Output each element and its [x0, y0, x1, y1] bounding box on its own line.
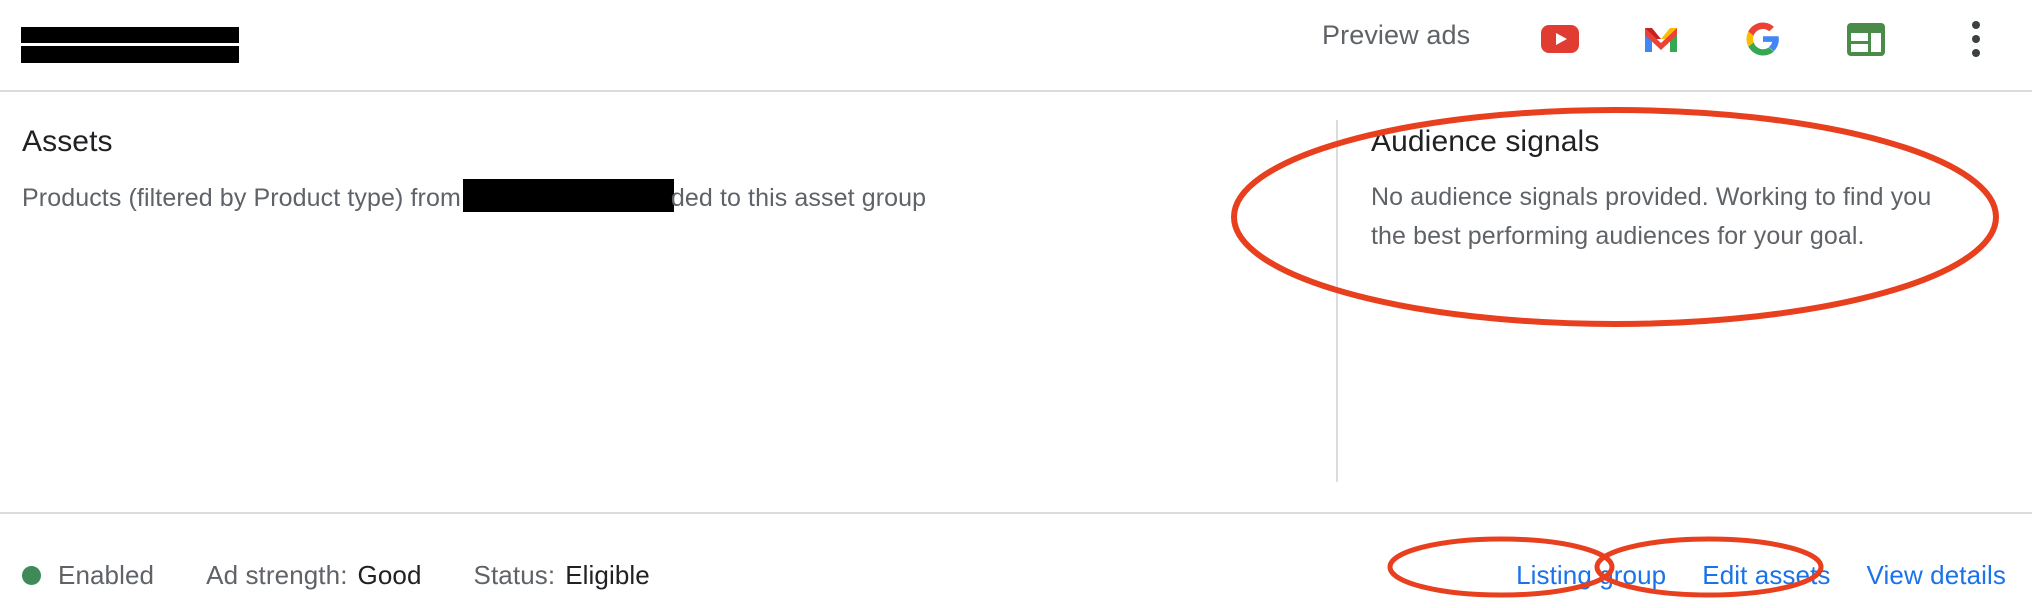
- preview-ads-label[interactable]: Preview ads: [1322, 20, 1470, 51]
- audience-signals-section: Audience signals No audience signals pro…: [1371, 124, 1941, 256]
- ad-strength-label: Ad strength:: [206, 560, 348, 590]
- assets-section: Assets Products (filtered by Product typ…: [22, 124, 926, 214]
- edit-assets-link[interactable]: Edit assets: [1702, 560, 1830, 591]
- gmail-icon[interactable]: [1640, 18, 1682, 60]
- redaction-strike-line: [21, 43, 239, 46]
- three-dot-glyph: [1972, 18, 1980, 60]
- top-header-bar: Preview ads: [0, 0, 2032, 92]
- assets-description-suffix: ded to this asset group: [670, 184, 927, 212]
- assets-description-prefix: Products (filtered by Product type) from: [22, 184, 461, 212]
- more-options-icon[interactable]: [1955, 18, 1997, 60]
- status-bar: Enabled Ad strength: Good Status: Eligible…: [0, 514, 2032, 608]
- status-bar-actions: Listing group Edit assets View details: [1516, 560, 2006, 591]
- google-search-icon[interactable]: [1742, 18, 1784, 60]
- view-details-link[interactable]: View details: [1867, 560, 2006, 591]
- merchant-name-redaction: [462, 179, 674, 212]
- assets-description: Products (filtered by Product type) from…: [22, 179, 926, 214]
- youtube-icon[interactable]: [1539, 18, 1581, 60]
- status-value: Eligible: [565, 560, 650, 590]
- status-label: Status:: [473, 560, 556, 590]
- column-divider: [1336, 120, 1338, 482]
- enabled-label: Enabled: [58, 560, 155, 590]
- assets-title: Assets: [22, 125, 113, 158]
- enabled-status-dot: [22, 566, 41, 585]
- ad-strength-value: Good: [357, 560, 422, 590]
- account-name-redaction: [21, 27, 239, 63]
- asset-group-panel: Preview ads Assets Products (filtered by…: [0, 0, 2032, 608]
- ad-strength-group: Ad strength: Good: [206, 560, 421, 591]
- status-bar-left-group: Enabled Ad strength: Good Status: Eligible: [22, 560, 650, 591]
- status-group: Status: Eligible: [474, 560, 650, 591]
- display-icon[interactable]: [1845, 18, 1887, 60]
- listing-group-link[interactable]: Listing group: [1516, 560, 1666, 591]
- audience-signals-title: Audience signals: [1371, 125, 1600, 158]
- audience-signals-body: No audience signals provided. Working to…: [1371, 183, 1932, 250]
